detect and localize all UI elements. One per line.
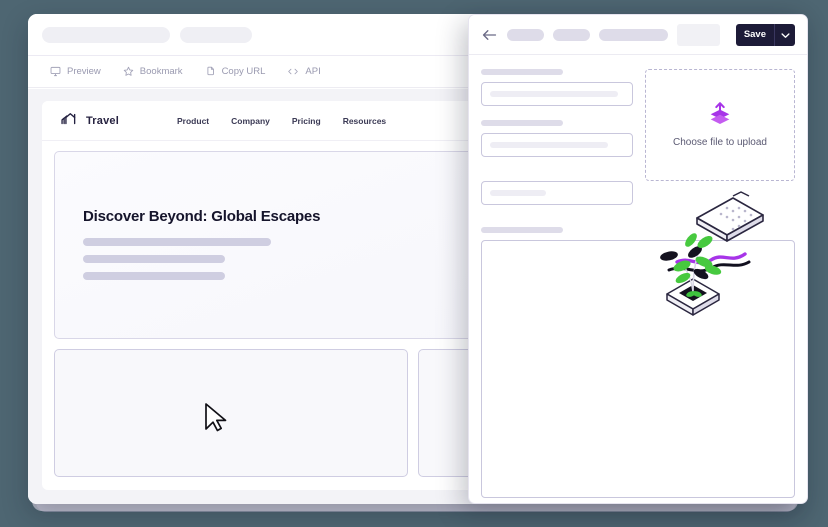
bookmark-button[interactable]: Bookmark [123,66,183,77]
text-field-3[interactable] [481,181,633,205]
text-field-1[interactable] [481,82,633,106]
chrome-placeholder-pill-2 [180,26,252,43]
save-dropdown-button[interactable] [775,23,795,46]
chrome-placeholder-pill-1 [42,26,170,43]
api-label: API [305,66,321,77]
screen: Preview Bookmark Copy URL API Travel Pro… [0,0,828,527]
api-button[interactable]: API [287,66,321,77]
panel-breadcrumb-pill-1 [507,28,544,41]
panel-breadcrumb-pill-2 [552,28,590,41]
text-field-2[interactable] [481,133,633,157]
site-nav-links: Product Company Pricing Resources [177,116,386,126]
preview-label: Preview [67,66,101,77]
hero-placeholder-bar-2 [83,255,225,263]
field-spacer [481,171,633,181]
panel-form-fields [481,69,633,219]
star-icon [123,66,134,77]
panel-header-ghost-button[interactable] [677,23,720,46]
save-button-group: Save [735,23,795,46]
save-button[interactable]: Save [735,23,775,46]
home-motion-icon [60,110,79,131]
nav-link-pricing[interactable]: Pricing [292,116,321,126]
nav-link-company[interactable]: Company [231,116,270,126]
arrow-left-icon[interactable] [481,28,498,42]
code-brackets-icon [287,66,299,77]
preview-button[interactable]: Preview [50,66,101,77]
file-upload-dropzone[interactable]: Choose file to upload [645,69,795,181]
hero-placeholder-bar-3 [83,272,225,280]
field-value-placeholder-3 [490,190,546,196]
bookmark-label: Bookmark [139,66,183,77]
copy-url-button[interactable]: Copy URL [205,66,266,77]
dropzone-label: Choose file to upload [673,137,767,148]
hero-title: Discover Beyond: Global Escapes [83,208,321,225]
content-card-1[interactable] [54,349,408,477]
hero-section: Discover Beyond: Global Escapes [54,151,772,339]
copy-icon [205,66,216,77]
hero-placeholder-bar-1 [83,238,271,246]
hero-text-block: Discover Beyond: Global Escapes [55,152,355,280]
brand-name: Travel [86,114,120,127]
panel-header: Save [469,15,807,55]
monitor-icon [50,66,61,77]
field-label-2 [481,120,563,126]
field-value-placeholder-2 [490,142,608,148]
isometric-plant-keyboard-illustration [660,191,764,316]
nav-link-resources[interactable]: Resources [343,116,386,126]
panel-breadcrumb-pill-3 [598,28,669,41]
upload-stack-icon [708,102,732,129]
nav-link-product[interactable]: Product [177,116,209,126]
mouse-pointer-icon [205,403,227,432]
field-value-placeholder-1 [490,91,618,97]
site-brand[interactable]: Travel [60,110,119,131]
chevron-down-icon [780,26,790,44]
textarea-label [481,227,563,233]
copy-url-label: Copy URL [221,66,266,77]
field-label-1 [481,69,563,75]
